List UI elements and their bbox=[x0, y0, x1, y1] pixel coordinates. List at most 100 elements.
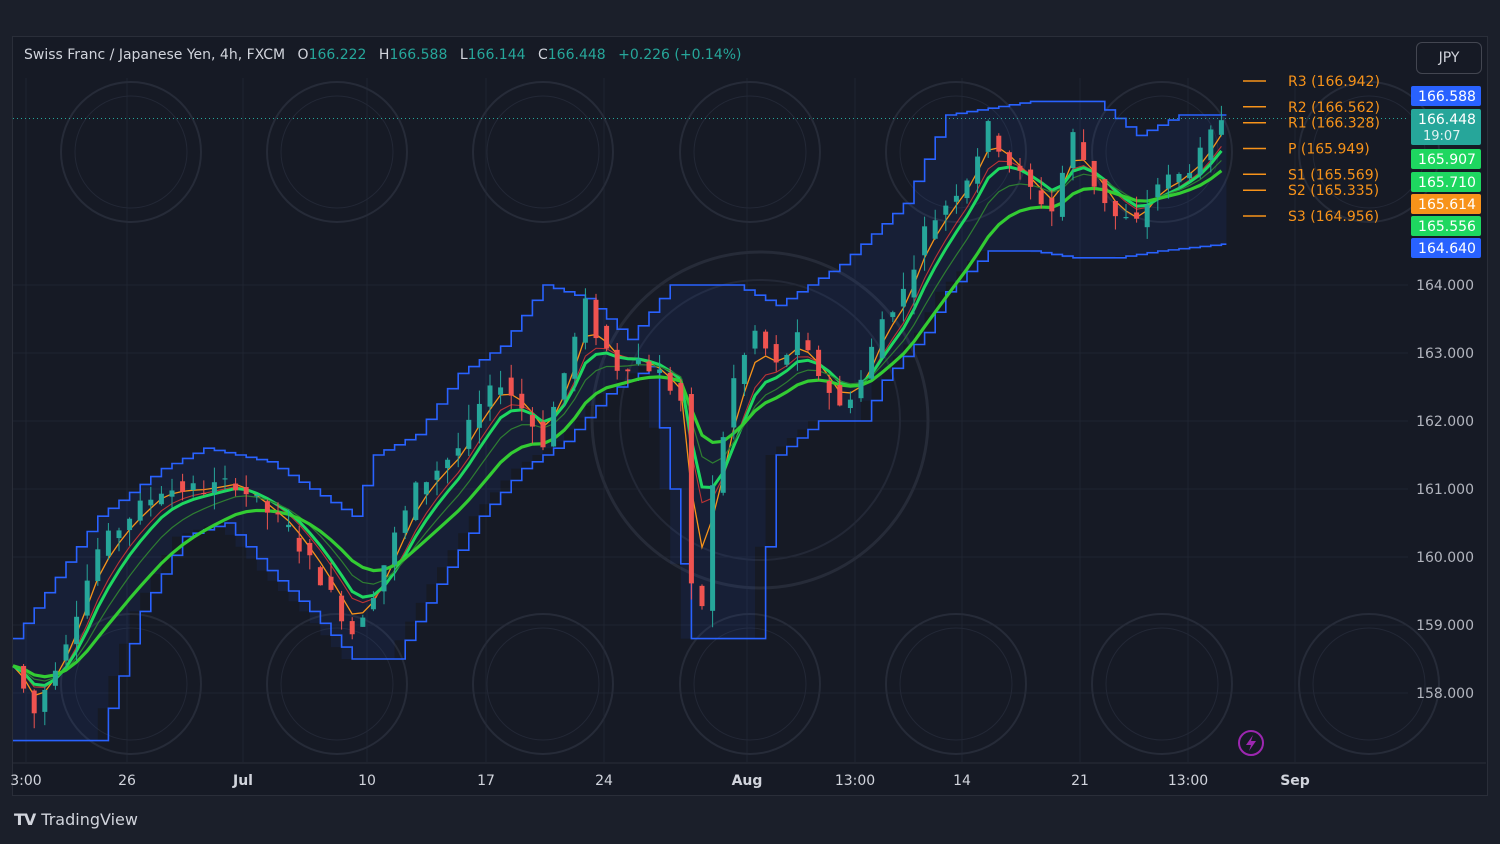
price-badge-label: 166.588 bbox=[1418, 89, 1476, 105]
candlestick-chart[interactable]: R3 (166.942) R2 (166.562)R1 (166.328) P (1… bbox=[0, 0, 1500, 844]
candle-body bbox=[222, 478, 228, 480]
high-value: 166.588 bbox=[389, 47, 448, 63]
candle-body bbox=[519, 393, 525, 409]
symbol-title[interactable]: Swiss Franc / Japanese Yen, 4h, FXCM bbox=[24, 47, 285, 63]
x-tick-label: 3:00 bbox=[10, 773, 41, 789]
watermark-ring-inner bbox=[486, 627, 600, 741]
candle-body bbox=[264, 501, 270, 513]
candle-body bbox=[423, 482, 429, 495]
candle-body bbox=[105, 530, 111, 556]
candle-body bbox=[953, 195, 959, 202]
change-value: +0.226 (+0.14%) bbox=[618, 47, 742, 63]
candle-body bbox=[890, 312, 896, 317]
candle-body bbox=[1123, 216, 1129, 219]
candle-body bbox=[339, 595, 345, 622]
lightning-bolt-icon bbox=[1246, 735, 1256, 751]
candle-body bbox=[1112, 200, 1118, 217]
candle-body bbox=[582, 298, 588, 343]
candle-body bbox=[614, 349, 620, 371]
high-label: H bbox=[378, 47, 390, 63]
candle-body bbox=[879, 319, 885, 359]
watermark-ring bbox=[472, 81, 614, 223]
price-badge-label: 164.640 bbox=[1418, 241, 1476, 257]
candle-body bbox=[720, 437, 726, 493]
open-label: O bbox=[297, 47, 309, 63]
candle-body bbox=[233, 483, 239, 491]
candle-body bbox=[1081, 142, 1087, 160]
price-badge-label: 165.556 bbox=[1418, 219, 1476, 235]
watermark-ring-inner bbox=[1312, 627, 1426, 741]
candle-body bbox=[604, 325, 610, 349]
candle-body bbox=[688, 394, 694, 584]
candle-body bbox=[498, 387, 504, 395]
brand-name: TradingView bbox=[41, 810, 138, 829]
x-tick-label: Aug bbox=[732, 773, 763, 789]
candle-body bbox=[635, 358, 641, 364]
symbol-header: Swiss Franc / Japanese Yen, 4h, FXCM O16… bbox=[24, 47, 742, 63]
candle-body bbox=[1176, 173, 1182, 183]
x-tick-label: 21 bbox=[1071, 773, 1089, 789]
y-tick-label: 163.000 bbox=[1416, 346, 1474, 362]
candle-body bbox=[1091, 160, 1097, 187]
pivot-label: R3 (166.942) bbox=[1288, 74, 1380, 90]
y-tick-label: 159.000 bbox=[1416, 618, 1474, 634]
candle-body bbox=[317, 567, 323, 586]
candle-body bbox=[190, 483, 196, 491]
candle-body bbox=[572, 336, 578, 379]
watermark-ring-inner bbox=[486, 95, 600, 209]
watermark-ring bbox=[266, 81, 408, 223]
price-badge-label: 165.907 bbox=[1418, 152, 1476, 168]
candle-body bbox=[932, 220, 938, 239]
candle-body bbox=[21, 665, 27, 689]
candle-body bbox=[1006, 152, 1012, 166]
candle-body bbox=[402, 510, 408, 533]
x-tick-label: Jul bbox=[232, 773, 253, 789]
candle-body bbox=[392, 532, 398, 565]
candle-body bbox=[625, 369, 631, 372]
candle-body bbox=[169, 490, 175, 497]
candle-body bbox=[964, 180, 970, 199]
candle-body bbox=[911, 269, 917, 298]
watermark-ring bbox=[1091, 613, 1233, 755]
candle-body bbox=[360, 617, 366, 627]
y-tick-label: 164.000 bbox=[1416, 278, 1474, 294]
pivot-label: P (165.949) bbox=[1288, 141, 1370, 157]
candle-body bbox=[63, 644, 69, 661]
candle-body bbox=[52, 670, 58, 686]
candle-body bbox=[1102, 179, 1108, 204]
open-value: 166.222 bbox=[308, 47, 367, 63]
candle-body bbox=[95, 549, 101, 582]
candle-body bbox=[975, 156, 981, 184]
candle-body bbox=[657, 369, 663, 373]
currency-button[interactable]: JPY bbox=[1416, 42, 1482, 74]
price-badge-label: 166.448 bbox=[1418, 112, 1476, 128]
y-tick-label: 160.000 bbox=[1416, 550, 1474, 566]
candle-body bbox=[869, 346, 875, 379]
x-tick-label: 26 bbox=[118, 773, 136, 789]
watermark-ring bbox=[679, 81, 821, 223]
low-label: L bbox=[459, 47, 468, 63]
watermark-ring-inner bbox=[693, 95, 807, 209]
candle-body bbox=[1028, 169, 1034, 187]
candle-body bbox=[1049, 198, 1055, 212]
candle-body bbox=[794, 332, 800, 356]
candle-body bbox=[752, 330, 758, 349]
watermark-ring-inner bbox=[1105, 627, 1219, 741]
candle-body bbox=[922, 226, 928, 256]
candle-body bbox=[296, 537, 302, 552]
candle-body bbox=[593, 299, 599, 339]
candle-body bbox=[116, 530, 122, 539]
candle-body bbox=[466, 419, 472, 449]
candle-body bbox=[201, 493, 207, 495]
candle-body bbox=[985, 121, 991, 152]
candle-body bbox=[667, 372, 673, 391]
candle-body bbox=[561, 373, 567, 400]
tradingview-brand[interactable]: TV TradingView bbox=[14, 810, 138, 829]
candle-body bbox=[710, 485, 716, 611]
y-tick-label: 161.000 bbox=[1416, 482, 1474, 498]
watermark-ring bbox=[60, 81, 202, 223]
x-tick-label: 14 bbox=[953, 773, 971, 789]
candle-body bbox=[455, 448, 461, 456]
candle-body bbox=[816, 349, 822, 377]
candle-body bbox=[1144, 205, 1150, 228]
